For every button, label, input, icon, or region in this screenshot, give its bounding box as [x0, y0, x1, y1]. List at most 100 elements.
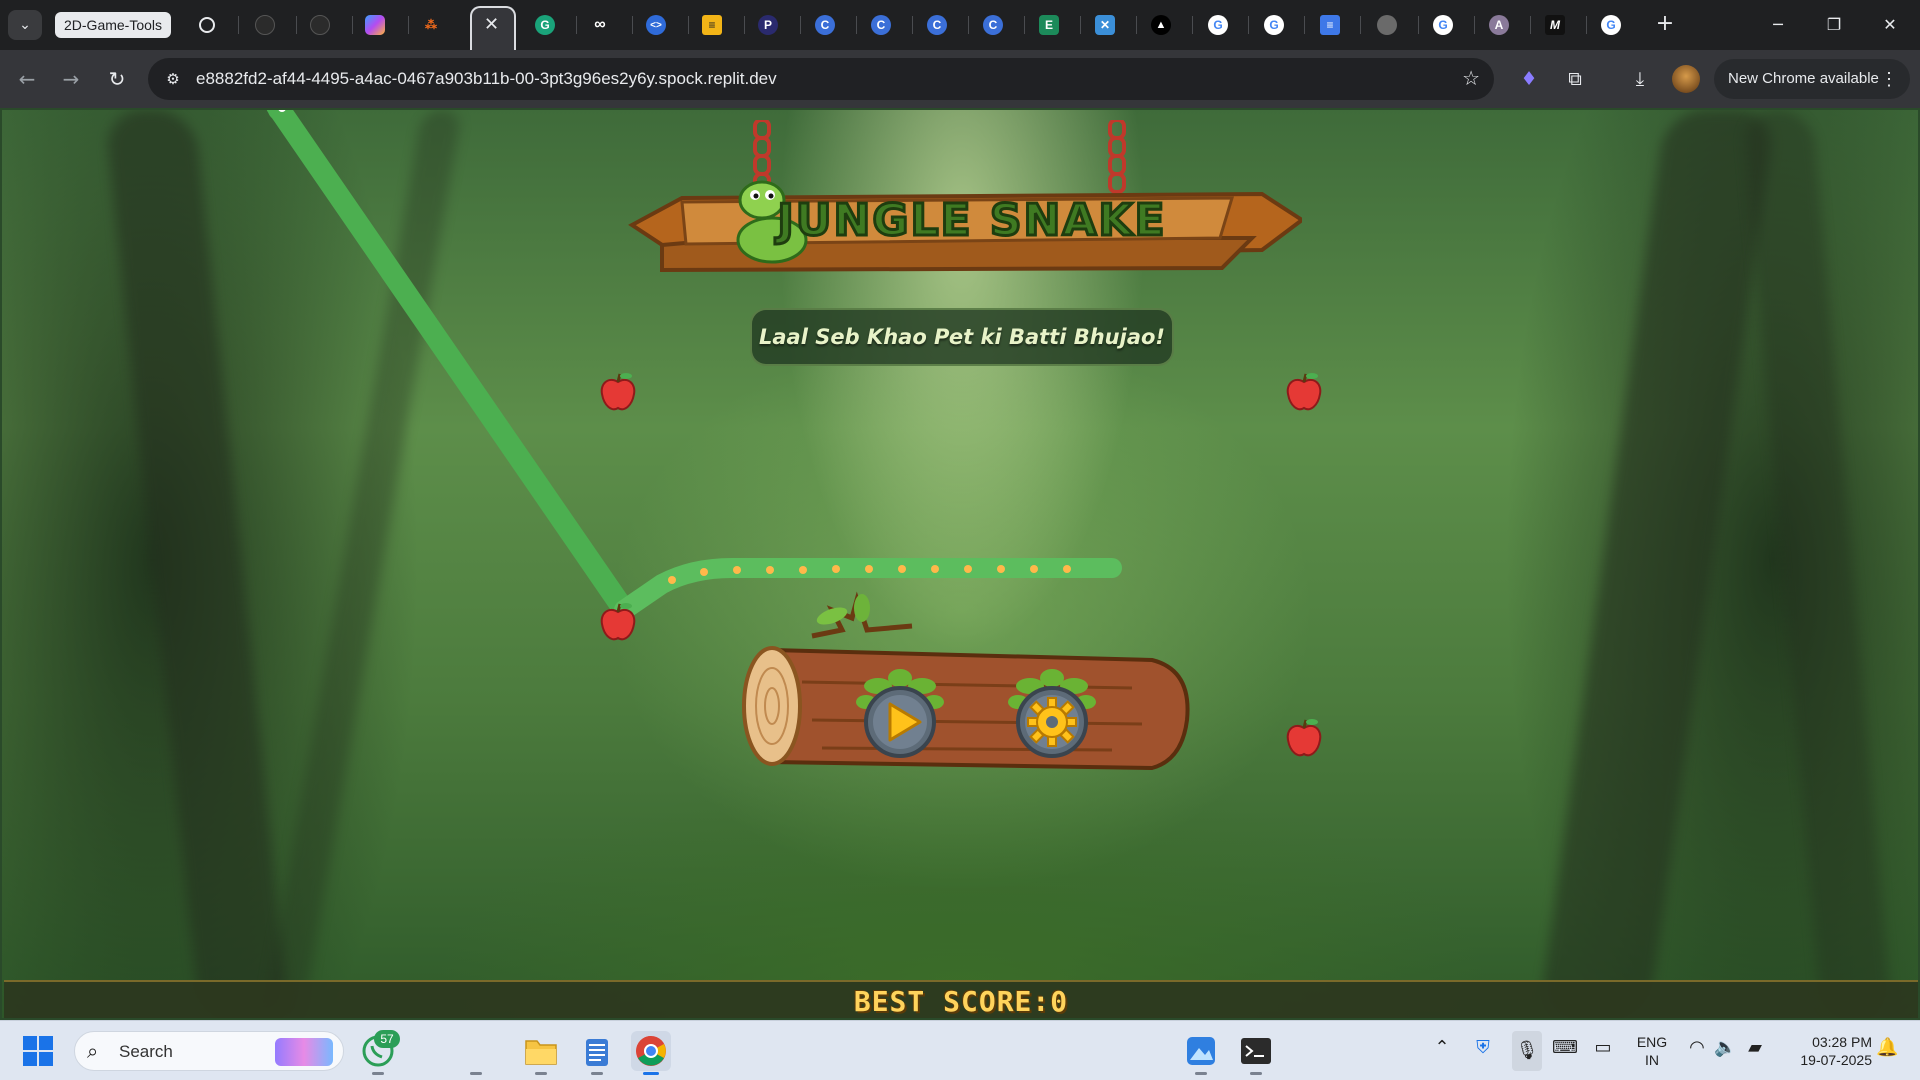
kebab-menu-icon[interactable]: ⋮: [1880, 59, 1898, 99]
tab-separator: [1192, 16, 1193, 34]
reload-icon[interactable]: ↻: [102, 64, 132, 94]
notifications-bell-icon[interactable]: 🔔: [1876, 1037, 1898, 1058]
tab-separator: [1360, 16, 1361, 34]
taskbar-spacer-app[interactable]: [466, 1031, 486, 1075]
taskbar-search-box[interactable]: ⌕ Search: [74, 1031, 344, 1071]
tab-github-2[interactable]: [305, 6, 335, 44]
minimize-icon[interactable]: ─: [1758, 10, 1798, 40]
tab-c3[interactable]: C: [922, 6, 952, 44]
restore-icon[interactable]: ❐: [1814, 10, 1854, 40]
back-arrow-icon[interactable]: ←: [12, 64, 42, 94]
security-shield-icon[interactable]: ⛨: [1472, 1037, 1494, 1058]
google-icon: G: [1208, 15, 1228, 35]
notepad-icon[interactable]: [577, 1031, 617, 1075]
tab-separator: [1304, 16, 1305, 34]
openai-icon: [199, 17, 215, 33]
active-tab[interactable]: ✕: [470, 6, 516, 50]
tab-avatar[interactable]: A: [1484, 6, 1514, 44]
tab-separator: [1024, 16, 1025, 34]
app-icon: ⁂: [425, 18, 437, 32]
tab-dot[interactable]: [1372, 6, 1402, 44]
tab-c2[interactable]: C: [866, 6, 896, 44]
tab-app[interactable]: ⁂: [416, 6, 446, 44]
settings-button[interactable]: [1004, 668, 1100, 764]
windows-taskbar: ⌕ Search 57 ⌃ ⛨ 🎙 ⌨ ▭ ENG IN ◠ 🔈 ▰ 03:28…: [0, 1020, 1920, 1080]
site-settings-icon[interactable]: ⚙: [162, 68, 184, 90]
keyboard-icon[interactable]: ⌨: [1552, 1037, 1578, 1058]
play-icon: [856, 669, 944, 758]
game-title: JUNGLE SNAKE: [774, 195, 1166, 246]
tab-github-1[interactable]: [250, 6, 280, 44]
tab-sheets[interactable]: ≡: [697, 6, 727, 44]
google-icon: G: [1433, 15, 1453, 35]
language-indicator[interactable]: ENG IN: [1632, 1033, 1672, 1069]
battery-icon[interactable]: ▰: [1744, 1037, 1766, 1058]
clock[interactable]: 03:28 PM 19-07-2025: [1782, 1033, 1872, 1069]
extensions-puzzle-icon[interactable]: ⧉: [1560, 64, 1590, 94]
tab-search-chevron-icon[interactable]: ⌄: [8, 10, 42, 40]
tab-grok[interactable]: G: [530, 6, 560, 44]
forward-arrow-icon[interactable]: →: [56, 64, 86, 94]
tab-meta[interactable]: ∞: [585, 6, 615, 44]
tab-vercel[interactable]: ▲: [1146, 6, 1176, 44]
tray-chevron-up-icon[interactable]: ⌃: [1432, 1037, 1452, 1058]
tab-separator: [800, 16, 801, 34]
tab-separator: [744, 16, 745, 34]
chrome-taskbar-icon[interactable]: [631, 1031, 671, 1075]
tab-p[interactable]: P: [753, 6, 783, 44]
m-icon: M: [1545, 15, 1565, 35]
layers-icon: ≡: [702, 15, 722, 35]
tab-separator: [1530, 16, 1531, 34]
tab-separator: [408, 16, 409, 34]
code-icon: <>: [646, 15, 666, 35]
tab-openai[interactable]: [192, 6, 222, 44]
active-indicator: [643, 1072, 659, 1075]
close-window-icon[interactable]: ✕: [1870, 10, 1910, 40]
tab-group-chip[interactable]: 2D-Game-Tools: [55, 12, 172, 38]
tab-code[interactable]: <>: [641, 6, 671, 44]
close-tab-icon[interactable]: ✕: [484, 14, 499, 35]
apple-icon: [1286, 373, 1322, 411]
profile-avatar[interactable]: [1672, 65, 1700, 93]
windows-start-icon[interactable]: [22, 1035, 54, 1067]
tab-m[interactable]: M: [1540, 6, 1570, 44]
tab-excel[interactable]: E: [1034, 6, 1064, 44]
wifi-icon[interactable]: ◠: [1686, 1037, 1708, 1058]
tab-c1[interactable]: C: [810, 6, 840, 44]
tab-google-1[interactable]: G: [1203, 6, 1233, 44]
volume-icon[interactable]: 🔈: [1714, 1037, 1736, 1058]
photos-app-icon[interactable]: [1181, 1031, 1221, 1075]
extension-flame-icon[interactable]: ♦: [1514, 64, 1544, 94]
downloads-icon[interactable]: ⤓: [1625, 64, 1655, 94]
mic-muted-icon[interactable]: 🎙: [1512, 1031, 1542, 1071]
bookmark-star-icon[interactable]: ☆: [1462, 66, 1480, 90]
tablet-mode-icon[interactable]: ▭: [1592, 1037, 1614, 1058]
file-explorer-icon[interactable]: [521, 1031, 561, 1075]
new-chrome-available-button[interactable]: New Chrome available ⋮: [1714, 59, 1910, 99]
c-icon: C: [983, 15, 1003, 35]
new-tab-plus-icon[interactable]: +: [1650, 10, 1680, 40]
running-indicator: [1195, 1072, 1207, 1075]
tab-google-4[interactable]: G: [1596, 6, 1626, 44]
terminal-app-icon[interactable]: [1236, 1031, 1276, 1075]
tab-separator: [1586, 16, 1587, 34]
tab-c4[interactable]: C: [978, 6, 1008, 44]
tab-copilot[interactable]: [360, 6, 390, 44]
tab-google-2[interactable]: G: [1259, 6, 1289, 44]
tab-separator: [1248, 16, 1249, 34]
title-sign: JUNGLE SNAKE: [628, 120, 1302, 273]
tab-separator: [1080, 16, 1081, 34]
apple-icon: [600, 373, 636, 411]
url-text[interactable]: e8882fd2-af44-4495-a4ac-0467a903b11b-00-…: [196, 69, 777, 89]
tab-docs[interactable]: ≡: [1315, 6, 1345, 44]
search-icon: ⌕: [87, 1039, 99, 1063]
log-menu: [742, 591, 1190, 771]
best-score-label: BEST SCORE:0: [853, 985, 1069, 1018]
address-bar[interactable]: ⚙ e8882fd2-af44-4495-a4ac-0467a903b11b-0…: [148, 58, 1494, 100]
x-icon: ✕: [1095, 15, 1115, 35]
c-icon: C: [871, 15, 891, 35]
tab-google-3[interactable]: G: [1428, 6, 1458, 44]
tab-x[interactable]: ✕: [1090, 6, 1120, 44]
play-button[interactable]: [852, 668, 948, 764]
game-viewport[interactable]: JUNGLE SNAKE Laal Seb Khao Pet ki Batti …: [0, 108, 1920, 1020]
